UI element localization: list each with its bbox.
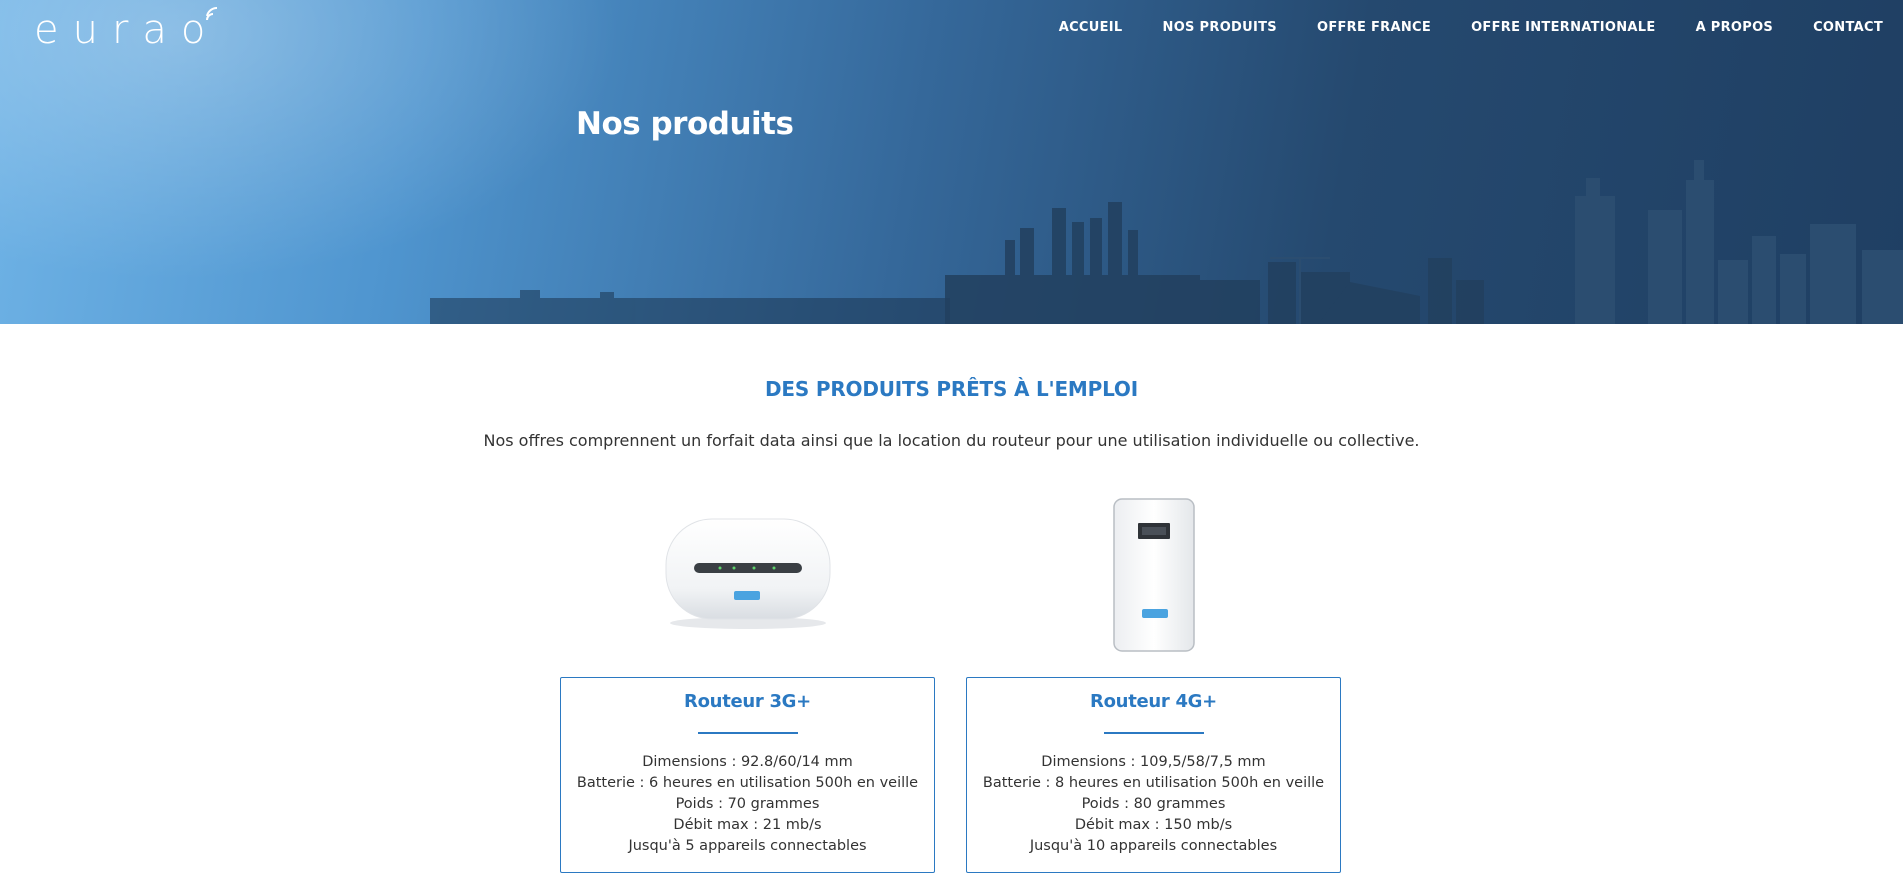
spec-speed: Débit max : 150 mb/s [1074, 817, 1233, 833]
spec-weight: Poids : 80 grammes [1081, 796, 1226, 812]
router-4g-image [1113, 498, 1195, 652]
nav-item-offre-internationale[interactable]: OFFRE INTERNATIONALE [1471, 20, 1656, 35]
nav-item-a-propos[interactable]: A PROPOS [1696, 20, 1774, 35]
product-title: Routeur 3G+ [684, 691, 811, 712]
hero-banner: eurao ACCUEIL NOS PRODUITS OFFRE FRANCE … [0, 0, 1903, 324]
section-intro: Nos offres comprennent un forfait data a… [483, 431, 1420, 450]
logo-text: eurao [34, 7, 220, 53]
product-card-4g: Routeur 4G+ Dimensions : 109,5/58/7,5 mm… [966, 677, 1341, 873]
title-divider [697, 732, 798, 734]
title-divider [1103, 732, 1204, 734]
product-title: Routeur 4G+ [1090, 691, 1217, 712]
section-title: DES PRODUITS PRÊTS À L'EMPLOI [765, 377, 1138, 401]
main-nav: ACCUEIL NOS PRODUITS OFFRE FRANCE OFFRE … [1019, 20, 1883, 35]
spec-dimensions: Dimensions : 109,5/58/7,5 mm [1041, 754, 1266, 770]
router-3g-image [665, 518, 831, 629]
nav-item-contact[interactable]: CONTACT [1813, 20, 1883, 35]
page-title: Nos produits [576, 106, 794, 142]
spec-dimensions: Dimensions : 92.8/60/14 mm [642, 754, 853, 770]
spec-speed: Débit max : 21 mb/s [673, 817, 822, 833]
spec-battery: Batterie : 6 heures en utilisation 500h … [576, 775, 919, 791]
spec-weight: Poids : 70 grammes [675, 796, 820, 812]
nav-item-accueil[interactable]: ACCUEIL [1059, 20, 1123, 35]
brand-logo[interactable]: eurao [34, 4, 227, 56]
wifi-waves-icon [206, 6, 218, 21]
city-skyline-image [430, 160, 1903, 324]
product-card-3g: Routeur 3G+ Dimensions : 92.8/60/14 mm B… [560, 677, 935, 873]
nav-item-nos-produits[interactable]: NOS PRODUITS [1163, 20, 1277, 35]
spec-devices: Jusqu'à 10 appareils connectables [1029, 838, 1278, 854]
nav-item-offre-france[interactable]: OFFRE FRANCE [1317, 20, 1431, 35]
spec-battery: Batterie : 8 heures en utilisation 500h … [982, 775, 1325, 791]
spec-devices: Jusqu'à 5 appareils connectables [628, 838, 867, 854]
